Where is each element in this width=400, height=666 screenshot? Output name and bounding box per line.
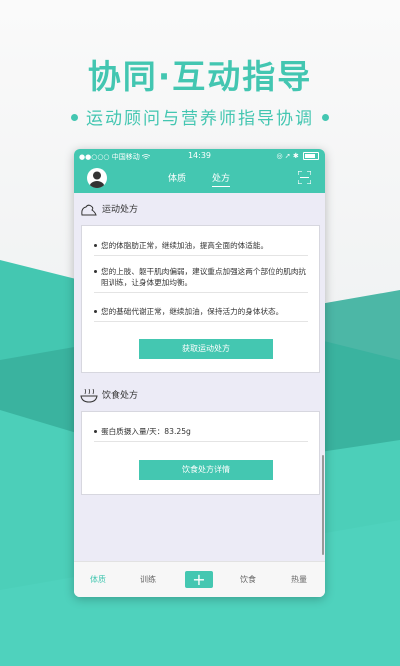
exercise-card: 您的体脂肪正常，继续加油，提高全面的体适能。 您的上肢、躯干肌肉偏弱，建议重点加… (81, 225, 320, 373)
phone-screen: ●●○○○ 中国移动 14:39 ◎ ➚ ✱ 体质 处方 运动处方 您的体脂肪正… (74, 149, 325, 597)
prescription-content: 运动处方 您的体脂肪正常，继续加油，提高全面的体适能。 您的上肢、躯干肌肉偏弱，… (74, 193, 325, 561)
exercise-section-title: 运动处方 (80, 202, 138, 220)
tab-bar-reliang[interactable]: 热量 (291, 574, 307, 585)
bottom-tab-bar: 体质 训练 + 饮食 热量 (74, 561, 325, 597)
diet-section-title: 饮食处方 (80, 388, 138, 406)
promo-subline: 运动顾问与营养师指导协调 (0, 104, 400, 129)
scrollbar[interactable] (322, 455, 324, 555)
tab-bar-yinshi[interactable]: 饮食 (240, 574, 256, 585)
bullet-dot-right (322, 114, 329, 121)
app-header: 体质 处方 (74, 163, 325, 193)
list-item: 您的体脂肪正常，继续加油，提高全面的体适能。 (94, 240, 308, 256)
list-item: 您的上肢、躯干肌肉偏弱，建议重点加强这两个部位的肌肉抗阻训练，让身体更加均衡。 (94, 266, 308, 293)
status-right: ◎ ➚ ✱ (276, 152, 319, 160)
get-exercise-prescription-button[interactable]: 获取运动处方 (139, 339, 273, 359)
tab-bar-tizhi[interactable]: 体质 (90, 574, 106, 585)
promo-subline-text: 运动顾问与营养师指导协调 (86, 109, 314, 129)
food-bowl-icon (80, 388, 98, 403)
promo-headline: 协同·互动指导 (87, 57, 313, 96)
tab-bar-xunlian[interactable]: 训练 (140, 574, 156, 585)
tab-chufang[interactable]: 处方 (212, 171, 231, 187)
tab-tizhi[interactable]: 体质 (168, 171, 186, 184)
muscle-arm-icon (81, 204, 97, 215)
scan-icon[interactable] (298, 171, 311, 184)
battery-icon (303, 152, 319, 160)
list-item: 蛋白质摄入量/天：83.25g (94, 426, 308, 442)
diet-prescription-details-button[interactable]: 饮食处方详情 (139, 460, 273, 480)
list-item: 您的基础代谢正常，继续加油，保持活力的身体状态。 (94, 306, 308, 322)
user-avatar-icon[interactable] (87, 168, 107, 188)
add-button[interactable]: + (185, 571, 213, 588)
diet-card: 蛋白质摄入量/天：83.25g 饮食处方详情 (81, 411, 320, 495)
bullet-dot-left (71, 114, 78, 121)
status-bar: ●●○○○ 中国移动 14:39 ◎ ➚ ✱ (74, 149, 325, 163)
